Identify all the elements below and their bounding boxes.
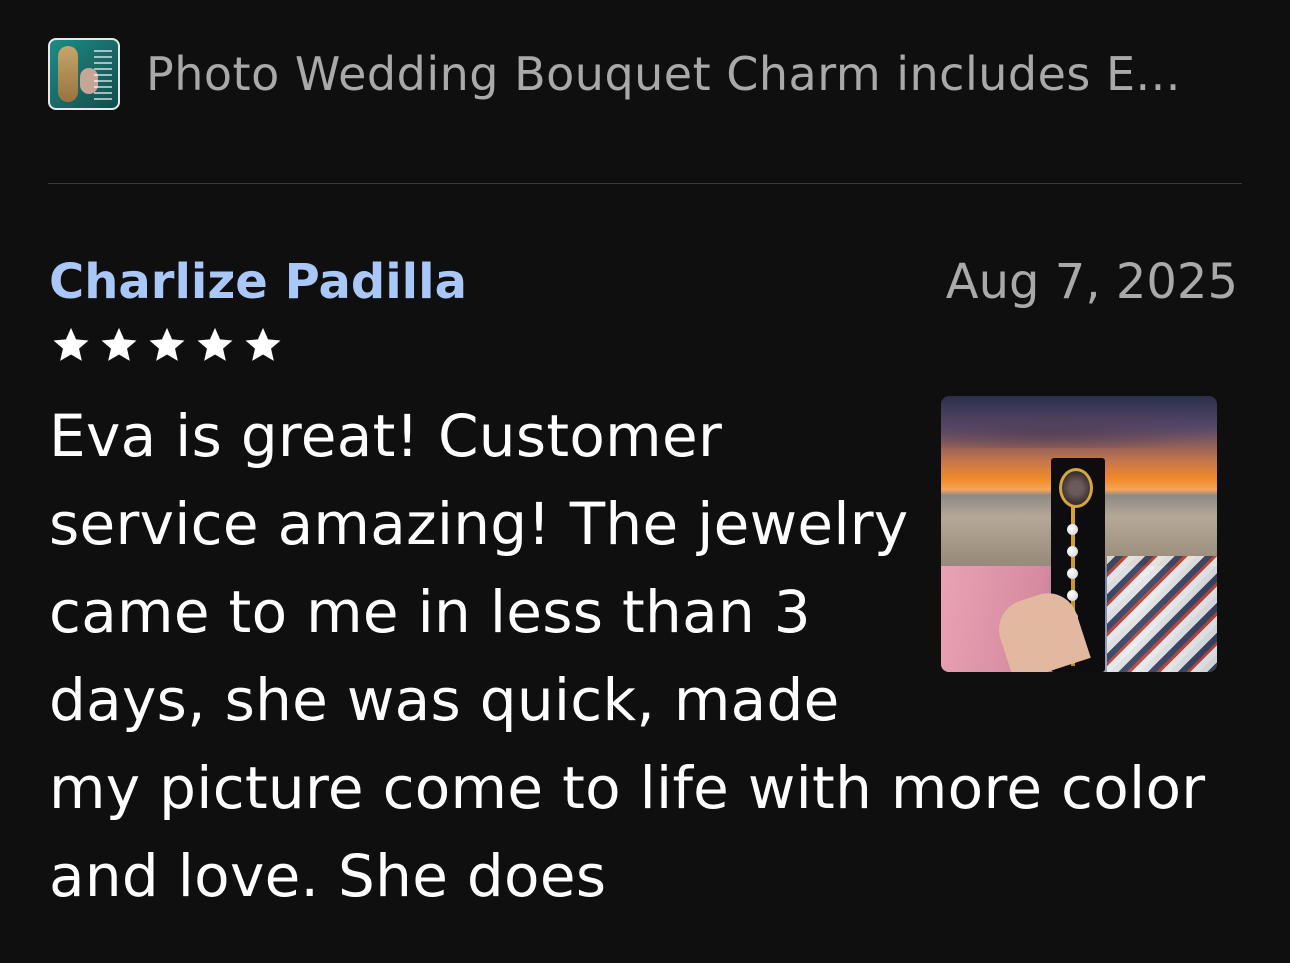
review-header[interactable]: Photo Wedding Bouquet Charm includes E..… (48, 36, 1242, 112)
star-icon (245, 327, 281, 361)
divider (48, 183, 1242, 184)
product-thumbnail[interactable] (48, 38, 120, 110)
review-body: Eva is great! Customer service amazing! … (49, 392, 1219, 920)
star-icon (149, 327, 185, 361)
star-rating (50, 324, 284, 366)
star-icon (197, 327, 233, 361)
reviewer-name[interactable]: Charlize Padilla (49, 254, 467, 310)
product-title[interactable]: Photo Wedding Bouquet Charm includes E..… (146, 47, 1181, 101)
star-icon (101, 327, 137, 361)
review-date: Aug 7, 2025 (945, 254, 1238, 310)
star-icon (53, 327, 89, 361)
review-photo[interactable] (941, 396, 1217, 672)
